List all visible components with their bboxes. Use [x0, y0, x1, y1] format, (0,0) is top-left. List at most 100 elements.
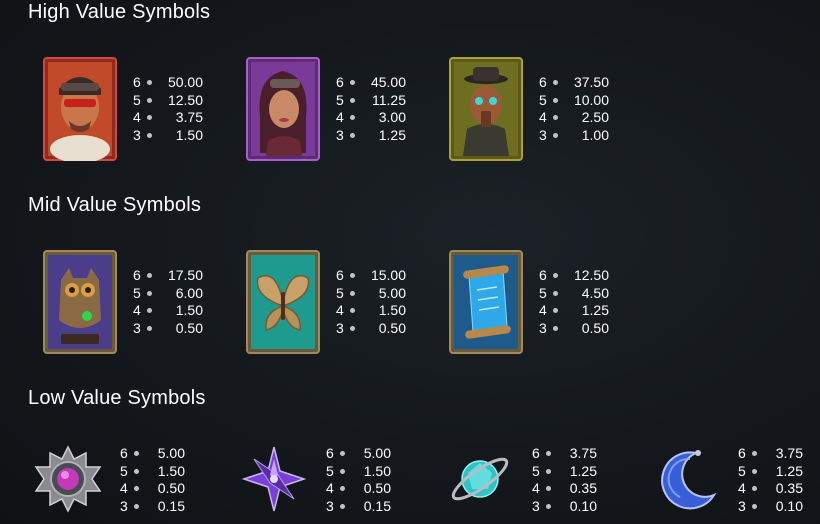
bullet-icon: [147, 132, 152, 138]
match-count: 5: [133, 91, 141, 108]
payout-value: 17.50: [167, 267, 203, 283]
mechanical-owl-icon: [43, 250, 117, 354]
bullet-icon: [752, 503, 757, 509]
match-count: 5: [532, 462, 540, 479]
bullet-icon: [340, 451, 345, 457]
mechanical-owl-symbol: [43, 250, 117, 354]
pay-row: 4 0.50: [326, 480, 391, 498]
pay-row: 4 1.50: [336, 302, 406, 320]
pay-row: 5 6.00: [133, 285, 203, 303]
match-count: 6: [120, 445, 128, 461]
mechanical-owl-paytable: 6 17.50 5 6.00 4 1.50 3 0.50: [133, 267, 203, 337]
payout-value: 1.25: [775, 462, 803, 479]
match-count: 6: [336, 267, 344, 283]
payout-value: 1.25: [569, 462, 597, 479]
purple-sun-gem-paytable: 6 5.00 5 1.50 4 0.50 3 0.15: [120, 445, 185, 515]
match-count: 3: [133, 319, 141, 336]
match-count: 4: [532, 480, 540, 496]
pay-row: 6 50.00: [133, 74, 203, 92]
pay-row: 3 0.15: [326, 498, 391, 516]
pay-row: 5 1.50: [120, 463, 185, 481]
pay-row: 4 0.35: [532, 480, 597, 498]
bullet-icon: [546, 503, 551, 509]
payout-value: 10.00: [573, 91, 609, 108]
pay-row: 3 0.50: [133, 320, 203, 338]
bullet-icon: [553, 80, 558, 86]
low-value-title: Low Value Symbols: [28, 387, 206, 409]
match-count: 5: [133, 284, 141, 301]
bullet-icon: [134, 451, 139, 457]
bullet-icon: [546, 468, 551, 474]
high-value-title: High Value Symbols: [28, 1, 211, 23]
goggle-woman-paytable: 6 45.00 5 11.25 4 3.00 3 1.25: [336, 74, 406, 144]
pay-row: 3 0.15: [120, 498, 185, 516]
bullet-icon: [147, 308, 152, 314]
payout-value: 12.50: [573, 267, 609, 283]
pay-row: 6 37.50: [539, 74, 609, 92]
pay-row: 3 1.50: [133, 127, 203, 145]
bullet-icon: [147, 273, 152, 279]
match-count: 4: [336, 109, 344, 125]
payout-value: 1.50: [157, 462, 185, 479]
payout-value: 2.50: [581, 109, 609, 125]
pay-row: 4 0.50: [120, 480, 185, 498]
teal-planet-gem-symbol: [446, 445, 514, 513]
brass-butterfly-icon: [246, 250, 320, 354]
match-count: 6: [133, 74, 141, 90]
brass-butterfly-paytable: 6 15.00 5 5.00 4 1.50 3 0.50: [336, 267, 406, 337]
blue-moon-gem-icon: [661, 450, 717, 510]
match-count: 6: [336, 74, 344, 90]
bullet-icon: [350, 273, 355, 279]
payout-value: 0.15: [157, 497, 185, 514]
blueprint-scroll-paytable: 6 12.50 5 4.50 4 1.25 3 0.50: [539, 267, 609, 337]
pay-row: 3 0.50: [539, 320, 609, 338]
masked-gentleman-icon: [449, 57, 523, 161]
match-count: 4: [336, 302, 344, 318]
pay-row: 3 0.50: [336, 320, 406, 338]
blueprint-scroll-icon: [449, 250, 523, 354]
match-count: 6: [539, 267, 547, 283]
payout-value: 1.50: [175, 302, 203, 318]
payout-value: 50.00: [167, 74, 203, 90]
pay-row: 6 3.75: [532, 445, 597, 463]
payout-value: 1.50: [363, 462, 391, 479]
pay-row: 3 0.10: [532, 498, 597, 516]
match-count: 5: [120, 462, 128, 479]
match-count: 6: [532, 445, 540, 461]
bullet-icon: [134, 486, 139, 492]
payout-value: 15.00: [370, 267, 406, 283]
bullet-icon: [546, 486, 551, 492]
bullet-icon: [350, 325, 355, 331]
match-count: 3: [539, 126, 547, 143]
match-count: 3: [336, 126, 344, 143]
payout-value: 3.75: [569, 445, 597, 461]
match-count: 4: [539, 109, 547, 125]
pay-row: 3 1.00: [539, 127, 609, 145]
payout-value: 45.00: [370, 74, 406, 90]
bullet-icon: [350, 115, 355, 121]
purple-sun-gem-icon: [34, 445, 102, 513]
payout-value: 5.00: [157, 445, 185, 461]
pay-row: 6 5.00: [120, 445, 185, 463]
violet-star-gem-paytable: 6 5.00 5 1.50 4 0.50 3 0.15: [326, 445, 391, 515]
bullet-icon: [350, 308, 355, 314]
payout-value: 3.75: [175, 109, 203, 125]
aviator-man-paytable: 6 50.00 5 12.50 4 3.75 3 1.50: [133, 74, 203, 144]
payout-value: 0.35: [569, 480, 597, 496]
purple-sun-gem-symbol: [34, 445, 102, 513]
violet-star-gem-symbol: [240, 445, 308, 513]
payout-value: 37.50: [573, 74, 609, 90]
bullet-icon: [134, 503, 139, 509]
match-count: 5: [326, 462, 334, 479]
bullet-icon: [553, 308, 558, 314]
payout-value: 6.00: [175, 284, 203, 301]
match-count: 6: [133, 267, 141, 283]
bullet-icon: [147, 290, 152, 296]
match-count: 3: [539, 319, 547, 336]
bullet-icon: [350, 80, 355, 86]
match-count: 3: [738, 497, 746, 514]
match-count: 3: [120, 497, 128, 514]
pay-row: 4 2.50: [539, 109, 609, 127]
violet-star-gem-icon: [241, 446, 307, 512]
match-count: 4: [120, 480, 128, 496]
